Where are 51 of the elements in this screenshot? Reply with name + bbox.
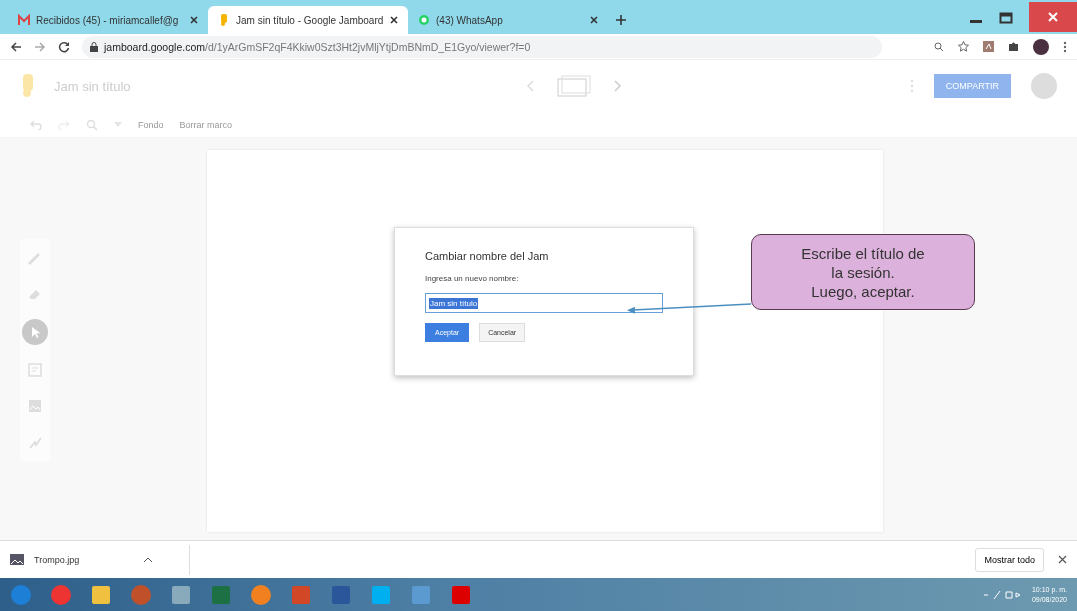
mail-icon: [18, 14, 30, 26]
plus-icon[interactable]: [616, 15, 626, 25]
callout-text: Escribe el título de: [801, 243, 925, 263]
close-button[interactable]: [1029, 2, 1077, 32]
close-icon[interactable]: [1058, 555, 1067, 564]
image-file-icon: [10, 554, 24, 565]
restore-icon[interactable]: [999, 10, 1013, 24]
tab-title: Jam sin título - Google Jamboard: [236, 14, 384, 26]
tab-title: Recibidos (45) - miriamcallef@g: [36, 14, 180, 26]
more-icon[interactable]: [1063, 40, 1067, 53]
back-icon[interactable]: [10, 40, 22, 53]
browser-tab[interactable]: Recibidos (45) - miriamcallef@g: [8, 6, 208, 34]
tab-title: (43) WhatsApp: [436, 14, 504, 26]
url-text: jamboard.google.com/d/1yArGmSF2qF4Kkiw0Szt3Ht2jvMljYtjDmBNmD_E1Gyo/viewer?f=0: [104, 40, 531, 53]
dialog-title: Cambiar nombre del Jam: [425, 250, 550, 262]
browser-tab[interactable]: (43) WhatsApp: [408, 6, 608, 34]
file-name: Trompo.jpg: [34, 554, 81, 565]
close-icon: [1047, 11, 1059, 23]
callout-text: Luego, aceptar.: [811, 281, 915, 301]
avatar-icon[interactable]: [1033, 38, 1049, 55]
extension-icon[interactable]: [983, 41, 994, 52]
previous-icon[interactable]: [527, 80, 535, 92]
undo-icon[interactable]: [30, 119, 42, 130]
download-item[interactable]: Trompo.jpg: [10, 544, 190, 575]
selected-text: Jam sin título: [429, 297, 479, 309]
note-icon: [26, 361, 44, 379]
name-field[interactable]: Jam sin título: [425, 293, 663, 313]
zoom-icon[interactable]: [934, 41, 944, 52]
callout-text: la sesión.: [831, 262, 895, 282]
star-icon[interactable]: [958, 41, 969, 52]
browser-tab[interactable]: Jam sin título - Google Jamboard: [208, 6, 408, 34]
next-icon[interactable]: [613, 80, 621, 92]
close-icon[interactable]: [390, 16, 398, 24]
toolbar-button[interactable]: Fondo: [138, 119, 164, 130]
field-label: Ingresa un nuevo nombre:: [425, 274, 520, 283]
close-icon[interactable]: [590, 16, 598, 24]
reload-icon[interactable]: [58, 40, 70, 53]
caret-icon: [144, 557, 152, 562]
pointer-tool[interactable]: [22, 319, 48, 345]
close-icon[interactable]: [190, 16, 198, 24]
tray-icon[interactable]: [981, 589, 1022, 600]
forward-icon[interactable]: [34, 40, 46, 53]
show-all-button[interactable]: Mostrar todo: [975, 547, 1044, 572]
jamboard-icon: [218, 14, 230, 26]
lock-icon: [90, 41, 98, 52]
caret-icon[interactable]: [114, 122, 122, 127]
address-field[interactable]: jamboard.google.com/d/1yArGmSF2qF4Kkiw0Szt3Ht2jvMljYtjDmBNmD_E1Gyo/viewer?f=0: [82, 35, 882, 58]
image-icon: [26, 397, 44, 415]
frame-bar-icon[interactable]: [557, 75, 591, 97]
jamboard-logo-icon: [20, 74, 36, 98]
toolbar-button[interactable]: Borrar marco: [179, 119, 233, 130]
